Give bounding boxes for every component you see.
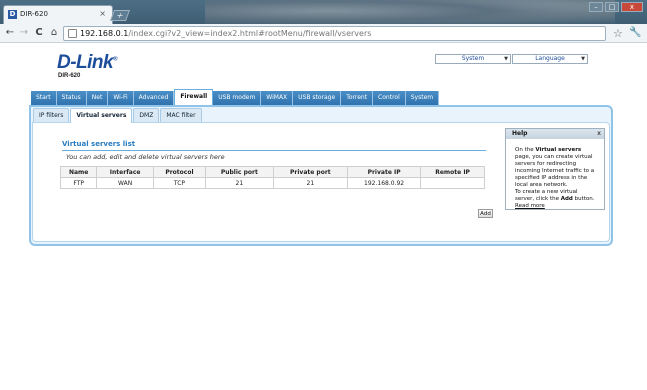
help-body: On the Virtual servers page, you can cre…	[515, 147, 595, 209]
help-title: Help	[512, 130, 528, 137]
tab-virtual-servers[interactable]: Virtual servers	[70, 108, 133, 123]
nav-torrent[interactable]: Torrent	[341, 91, 374, 105]
chevron-down-icon: ▼	[504, 56, 508, 62]
read-more-link[interactable]: Read more	[515, 203, 545, 209]
browser-toolbar: ← → C ⌂ 192.168.0.1/index.cgi?v2_view=in…	[0, 24, 647, 43]
nav-usb-storage[interactable]: USB storage	[293, 91, 342, 105]
nav-control[interactable]: Control	[373, 91, 406, 105]
url-path: /index.cgi?v2_view=index2.html#rootMenu/…	[128, 29, 372, 38]
nav-usb-modem[interactable]: USB modem	[213, 91, 262, 105]
nav-status[interactable]: Status	[56, 91, 87, 105]
sub-nav: IP filters Virtual servers DMZ MAC filte…	[33, 108, 203, 123]
minimize-button[interactable]: –	[589, 2, 603, 12]
section-title: Virtual servers list	[62, 140, 136, 148]
cell-protocol: TCP	[152, 177, 206, 189]
cell-public-port: 21	[204, 177, 274, 189]
nav-start[interactable]: Start	[31, 91, 57, 105]
new-tab-button[interactable]: +	[109, 10, 131, 21]
table-row[interactable]: FTP WAN TCP 21 21 192.168.0.92	[59, 177, 485, 189]
virtual-servers-table: Name Interface Protocol Public port Priv…	[59, 166, 485, 189]
back-arrow-icon[interactable]: ←	[4, 27, 16, 39]
router-web-page: D-Link® DIR-620 System ▼ Language ▼ Start …	[0, 44, 647, 390]
nav-system[interactable]: System	[405, 91, 440, 105]
forward-arrow-icon[interactable]: →	[18, 27, 30, 39]
nav-firewall[interactable]: Firewall	[174, 89, 214, 105]
wrench-menu-icon[interactable]: 🔧	[629, 27, 641, 38]
chevron-down-icon: ▼	[581, 56, 585, 62]
add-button[interactable]: Add	[478, 209, 493, 218]
col-interface: Interface	[96, 166, 154, 178]
page-icon	[68, 29, 77, 38]
window-controls: – □ x	[589, 2, 643, 12]
home-icon[interactable]: ⌂	[48, 27, 60, 39]
help-header: Help x	[506, 129, 604, 139]
cell-remote-ip	[420, 177, 485, 189]
table-header-row: Name Interface Protocol Public port Priv…	[59, 166, 485, 178]
col-private-port: Private port	[272, 166, 348, 178]
dlink-favicon-icon: D	[8, 10, 17, 19]
tab-dmz[interactable]: DMZ	[133, 108, 160, 122]
theme-background-image	[205, 0, 615, 24]
nav-advanced[interactable]: Advanced	[133, 91, 175, 105]
help-close-icon[interactable]: x	[597, 129, 601, 139]
col-remote-ip: Remote IP	[420, 166, 485, 178]
title-divider	[62, 150, 486, 151]
dlink-logo: D-Link®	[57, 52, 118, 73]
main-nav: Start Status Net Wi-Fi Advanced Firewall…	[31, 89, 440, 105]
system-select[interactable]: System ▼	[435, 54, 511, 64]
col-protocol: Protocol	[152, 166, 206, 178]
language-select[interactable]: Language ▼	[512, 54, 588, 64]
browser-titlebar: D DIR-620 × + – □ x	[0, 0, 647, 24]
close-window-button[interactable]: x	[621, 2, 643, 12]
cell-private-port: 21	[272, 177, 348, 189]
cell-name: FTP	[59, 177, 98, 189]
col-name: Name	[59, 166, 98, 178]
tab-close-icon[interactable]: ×	[99, 9, 106, 18]
nav-wifi[interactable]: Wi-Fi	[108, 91, 134, 105]
section-description: You can add, edit and delete virtual ser…	[66, 153, 225, 161]
address-bar[interactable]: 192.168.0.1/index.cgi?v2_view=index2.htm…	[63, 26, 606, 41]
url-host: 192.168.0.1	[80, 29, 129, 38]
col-private-ip: Private IP	[346, 166, 422, 178]
tab-mac-filter[interactable]: MAC filter	[160, 108, 202, 122]
tab-title: DIR-620	[20, 10, 48, 18]
maximize-button[interactable]: □	[605, 2, 619, 12]
col-public-port: Public port	[204, 166, 274, 178]
browser-tab[interactable]: D DIR-620 ×	[3, 5, 113, 24]
cell-interface: WAN	[96, 177, 154, 189]
model-name: DIR-620	[58, 73, 81, 79]
reload-icon[interactable]: C	[33, 27, 45, 39]
nav-net[interactable]: Net	[86, 91, 109, 105]
help-panel: Help x On the Virtual servers page, you …	[505, 128, 605, 210]
tab-ip-filters[interactable]: IP filters	[33, 108, 70, 122]
bookmark-star-icon[interactable]: ☆	[613, 27, 623, 40]
nav-wimax[interactable]: WiMAX	[261, 91, 294, 105]
cell-private-ip: 192.168.0.92	[346, 177, 422, 189]
